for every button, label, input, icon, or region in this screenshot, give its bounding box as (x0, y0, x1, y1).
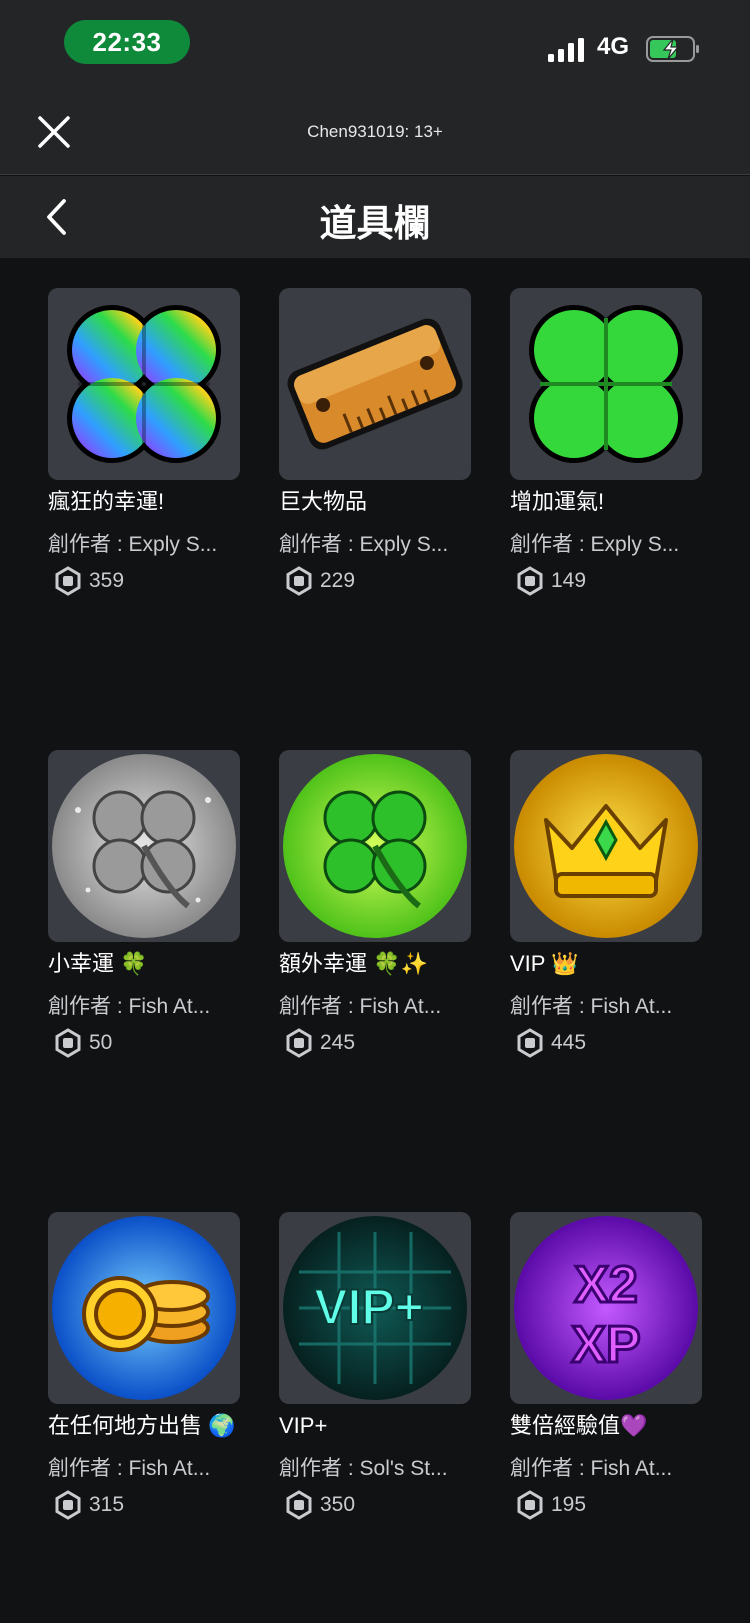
item-card[interactable]: 額外幸運 🍀✨ 創作者 : Fish At... 245 (279, 750, 471, 1058)
item-price-value: 350 (320, 1493, 356, 1516)
item-card[interactable]: 巨大物品 創作者 : Exply S... 229 (279, 288, 471, 596)
item-creator: 創作者 : Exply S... (510, 533, 680, 556)
status-bar: 22:33 4G (0, 0, 750, 100)
item-thumbnail: VIP+ (279, 1212, 471, 1404)
item-price: 315 (48, 1490, 240, 1520)
signal-icon (548, 38, 584, 62)
robux-icon (55, 566, 81, 596)
robux-icon (55, 1490, 81, 1520)
crown-icon (514, 754, 698, 938)
robux-icon (286, 566, 312, 596)
item-creator: 創作者 : Fish At... (48, 1457, 211, 1480)
svg-text:VIP+: VIP+ (314, 1279, 424, 1335)
item-thumbnail (279, 288, 471, 480)
item-price: 50 (48, 1028, 240, 1058)
item-name: 雙倍經驗值💜 (510, 1413, 648, 1438)
item-name: 瘋狂的幸運! (48, 489, 165, 514)
lucky-clover-icon (283, 754, 467, 938)
robux-icon (55, 1028, 81, 1058)
item-thumbnail (48, 1212, 240, 1404)
item-creator: 創作者 : Exply S... (279, 533, 449, 556)
robux-icon (517, 566, 543, 596)
item-card[interactable]: 瘋狂的幸運! 創作者 : Exply S... 359 (48, 288, 240, 596)
item-price: 149 (510, 566, 702, 596)
robux-icon (517, 1490, 543, 1520)
item-price-value: 229 (320, 569, 356, 592)
item-price-value: 445 (551, 1031, 587, 1054)
item-price-value: 245 (320, 1031, 356, 1054)
item-price: 445 (510, 1028, 702, 1058)
item-price-value: 149 (551, 569, 587, 592)
robux-icon (517, 1028, 543, 1058)
battery-icon (646, 36, 699, 62)
header-user-label: Chen931019: 13+ (307, 122, 443, 141)
item-price: 359 (48, 566, 240, 596)
item-creator: 創作者 : Fish At... (279, 995, 442, 1018)
item-creator: 創作者 : Fish At... (48, 995, 211, 1018)
item-creator: 創作者 : Fish At... (510, 995, 673, 1018)
svg-text:XP: XP (571, 1316, 640, 1374)
green-clover-icon (529, 305, 683, 463)
item-card[interactable]: 在任何地方出售 🌍 創作者 : Fish At... 315 (48, 1212, 240, 1520)
item-price-value: 195 (551, 1493, 587, 1516)
item-thumbnail (48, 288, 240, 480)
page-title: 道具欄 (319, 203, 431, 244)
item-price: 350 (279, 1490, 471, 1520)
item-card[interactable]: X2 XP 雙倍經驗值💜 創作者 : Fish At... 195 (510, 1212, 702, 1520)
top-header: Chen931019: 13+ (0, 100, 750, 175)
item-thumbnail: X2 XP (510, 1212, 702, 1404)
item-thumbnail (279, 750, 471, 942)
svg-text:X2: X2 (574, 1256, 638, 1314)
network-label: 4G (597, 33, 630, 60)
item-name: 額外幸運 🍀✨ (279, 951, 428, 976)
item-card[interactable]: 增加運氣! 創作者 : Exply S... 149 (510, 288, 702, 596)
item-card[interactable]: VIP 👑 創作者 : Fish At... 445 (510, 750, 702, 1058)
item-name: VIP+ (279, 1413, 328, 1438)
title-bar: 道具欄 (0, 176, 750, 258)
item-price-value: 50 (89, 1031, 113, 1054)
item-price-value: 315 (89, 1493, 125, 1516)
item-price: 229 (279, 566, 471, 596)
status-time: 22:33 (64, 20, 190, 64)
item-thumbnail (48, 750, 240, 942)
item-name: 小幸運 🍀 (48, 951, 148, 976)
item-name: 在任何地方出售 🌍 (48, 1413, 236, 1438)
vip-plus-icon: VIP+ (283, 1216, 467, 1400)
item-creator: 創作者 : Fish At... (510, 1457, 673, 1480)
x2-xp-icon: X2 XP (514, 1216, 698, 1400)
item-price: 245 (279, 1028, 471, 1058)
item-creator: 創作者 : Sol's St... (279, 1457, 448, 1480)
ruler-icon (287, 318, 463, 450)
item-thumbnail (510, 750, 702, 942)
item-card[interactable]: VIP+ VIP+ 創作者 : Sol's St... 350 (279, 1212, 471, 1520)
item-name: 增加運氣! (510, 489, 605, 514)
item-name: VIP 👑 (510, 951, 579, 976)
robux-icon (286, 1028, 312, 1058)
item-price-value: 359 (89, 569, 125, 592)
item-name: 巨大物品 (279, 489, 368, 514)
coins-icon (52, 1216, 236, 1400)
robux-icon (286, 1490, 312, 1520)
item-thumbnail (510, 288, 702, 480)
item-card[interactable]: 小幸運 🍀 創作者 : Fish At... 50 (48, 750, 240, 1058)
item-creator: 創作者 : Exply S... (48, 533, 218, 556)
rainbow-clover-icon (67, 305, 221, 463)
silver-clover-icon (52, 754, 236, 938)
item-price: 195 (510, 1490, 702, 1520)
